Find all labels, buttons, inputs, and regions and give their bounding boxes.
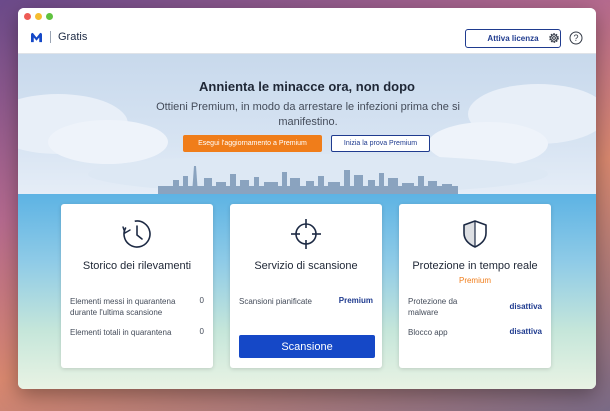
card-title: Protezione in tempo reale [412, 260, 538, 272]
scheduled-scans-value[interactable]: Premium [339, 296, 373, 305]
malware-protection-label: Protezione da malware [408, 297, 458, 317]
malwarebytes-logo-icon [31, 32, 42, 42]
app-block-status[interactable]: disattiva [510, 327, 542, 336]
scanner-card[interactable]: Servizio di scansione Scansioni pianific… [230, 204, 382, 368]
quarantine-total-label: Elementi totali in quarantena [70, 328, 172, 337]
svg-text:?: ? [573, 33, 578, 43]
city-skyline-illustration [158, 166, 458, 194]
upgrade-premium-button[interactable]: Esegui l'aggiornamento a Premium [183, 135, 322, 152]
quarantine-last-scan-value: 0 [199, 296, 204, 305]
card-title: Storico dei rilevamenti [82, 260, 192, 272]
quarantine-last-scan-label: Elementi messi in quarantena durante l'u… [70, 297, 176, 317]
title-bar: Gratis Attiva licenza ? [18, 8, 596, 54]
start-trial-button[interactable]: Inizia la prova Premium [331, 135, 430, 152]
realtime-protection-card[interactable]: Protezione in tempo reale Premium Protez… [399, 204, 551, 368]
window-controls [24, 13, 53, 20]
promo-banner: Annienta le minacce ora, non dopo Ottien… [18, 54, 596, 194]
gear-icon[interactable] [547, 31, 561, 45]
plan-label: Gratis [58, 31, 88, 43]
minimize-window-button[interactable] [35, 13, 42, 20]
maximize-window-button[interactable] [46, 13, 53, 20]
card-title: Servizio di scansione [254, 260, 358, 272]
quarantine-total-value: 0 [199, 327, 204, 336]
shield-icon [463, 220, 487, 248]
premium-badge[interactable]: Premium [399, 276, 551, 285]
clock-icon [122, 220, 151, 248]
brand: Gratis [30, 31, 87, 43]
app-window: Gratis Attiva licenza ? Annienta le mina… [18, 8, 596, 389]
malware-protection-status[interactable]: disattiva [510, 302, 542, 311]
close-window-button[interactable] [24, 13, 31, 20]
promo-subtitle: Ottieni Premium, in modo da arrestare le… [156, 101, 460, 128]
scheduled-scans-label: Scansioni pianificate [239, 297, 312, 306]
brand-separator [50, 31, 51, 43]
detection-history-card[interactable]: Storico dei rilevamenti Elementi messi i… [61, 204, 213, 368]
app-block-label: Blocco app [408, 328, 448, 337]
promo-title: Annienta le minacce ora, non dopo [199, 79, 415, 94]
help-icon[interactable]: ? [569, 31, 583, 45]
crosshair-icon [291, 219, 321, 249]
scan-button[interactable]: Scansione [239, 335, 375, 358]
